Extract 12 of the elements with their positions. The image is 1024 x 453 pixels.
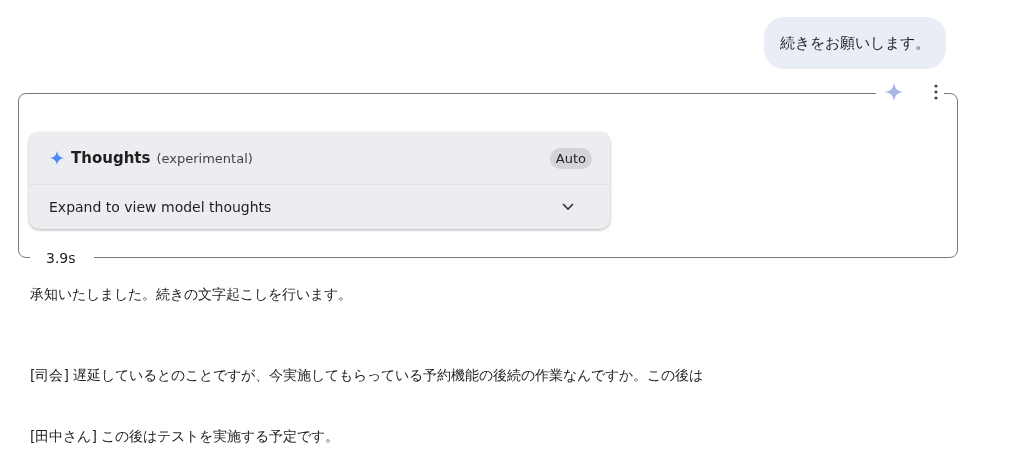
sparkle-icon xyxy=(884,82,904,102)
expand-toggle[interactable]: Expand to view model thoughts xyxy=(29,185,610,229)
mode-badge: Auto xyxy=(549,147,592,169)
more-icon[interactable] xyxy=(934,84,938,100)
thoughts-subtitle: (experimental) xyxy=(156,150,253,166)
response-paragraph: 承知いたしました。続きの文字起こしを行います。 xyxy=(30,285,353,304)
sparkle-icon xyxy=(49,150,65,166)
user-message: 続きをお願いします。 xyxy=(764,17,946,69)
response-paragraph: [田中さん] この後はテストを実施する予定です。 xyxy=(30,427,341,446)
thoughts-title: Thoughts xyxy=(71,149,151,167)
response-paragraph: [司会] 遅延しているとのことですが、今実施してもらっている予約機能の後続の作業なんですか。この後は xyxy=(30,366,705,385)
chevron-icon xyxy=(562,203,574,211)
